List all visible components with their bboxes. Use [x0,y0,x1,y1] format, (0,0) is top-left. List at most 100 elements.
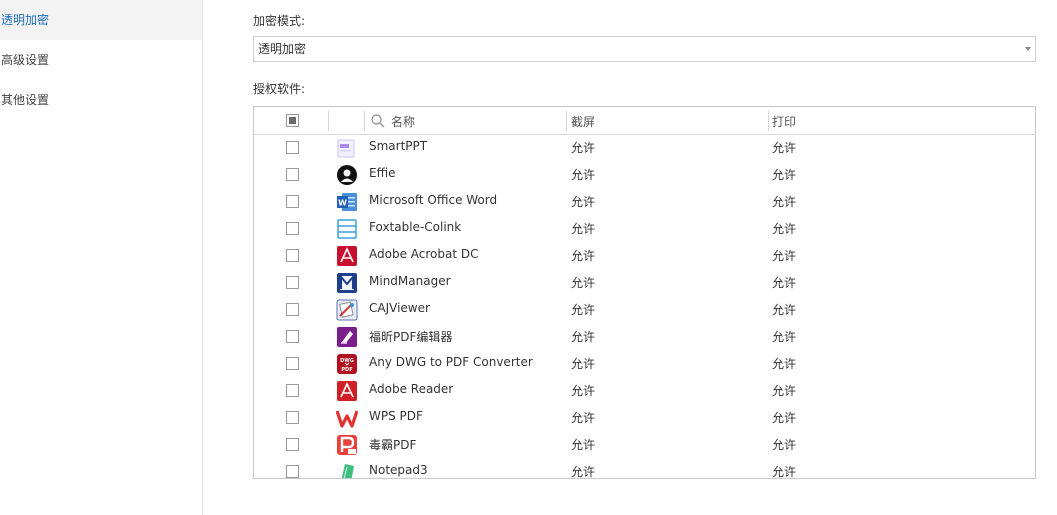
column-divider [768,111,769,131]
column-header-name[interactable]: 名称 [391,113,415,130]
row-checkbox[interactable] [286,330,299,343]
search-icon[interactable] [370,113,386,129]
row-checkbox[interactable] [286,222,299,235]
table-row[interactable]: 福昕PDF编辑器 允许 允许 [254,324,1035,351]
sidebar: 透明加密 高级设置 其他设置 [0,0,203,515]
software-name: Adobe Acrobat DC [369,247,479,261]
table-row[interactable]: Effie 允许 允许 [254,162,1035,189]
screenshot-permission: 允许 [571,276,596,290]
table-body: SmartPPT 允许 允许 Effie 允许 允许 W Microsoft O… [254,135,1035,479]
print-permission: 允许 [772,330,797,344]
print-permission: 允许 [772,249,797,263]
print-permission: 允许 [772,357,797,371]
row-checkbox[interactable] [286,465,299,478]
foxit-pdf-icon [337,327,357,347]
svg-text:DWG: DWG [340,358,354,364]
row-checkbox[interactable] [286,411,299,424]
sidebar-item-other-settings[interactable]: 其他设置 [0,80,202,120]
screenshot-permission: 允许 [571,384,596,398]
screenshot-permission: 允许 [571,168,596,182]
svg-text:W: W [338,199,347,208]
table-row[interactable]: Adobe Reader 允许 允许 [254,378,1035,405]
table-row[interactable]: DWG PDF Any DWG to PDF Converter 允许 允许 [254,351,1035,378]
row-checkbox[interactable] [286,276,299,289]
print-permission: 允许 [772,303,797,317]
word-icon: W [337,193,357,211]
screenshot-permission: 允许 [571,465,596,479]
print-permission: 允许 [772,465,797,479]
software-table: 名称 截屏 打印 SmartPPT 允许 允许 Effie 允许 允许 W Mi… [253,106,1036,479]
row-checkbox[interactable] [286,384,299,397]
print-permission: 允许 [772,195,797,209]
table-row[interactable]: Notepad3 允许 允许 [254,459,1035,479]
table-row[interactable]: WPS PDF 允许 允许 [254,405,1035,432]
table-row[interactable]: Foxtable-Colink 允许 允许 [254,216,1035,243]
table-row[interactable]: Adobe Acrobat DC 允许 允许 [254,243,1035,270]
screenshot-permission: 允许 [571,411,596,425]
print-permission: 允许 [772,222,797,236]
row-checkbox[interactable] [286,168,299,181]
screenshot-permission: 允许 [571,330,596,344]
print-permission: 允许 [772,411,797,425]
software-name: Adobe Reader [369,382,454,396]
select-all-checkbox[interactable] [286,114,299,127]
software-name: Microsoft Office Word [369,193,498,207]
software-name: Effie [369,166,396,180]
column-divider [566,111,567,131]
effie-icon [337,165,357,185]
acrobat-icon [337,246,357,266]
chevron-down-icon[interactable] [1025,47,1031,51]
software-name: MindManager [369,274,451,288]
row-checkbox[interactable] [286,141,299,154]
svg-text:PDF: PDF [341,367,352,373]
software-name: SmartPPT [369,139,428,153]
table-row[interactable]: SmartPPT 允许 允许 [254,135,1035,162]
screenshot-permission: 允许 [571,195,596,209]
sidebar-item-advanced-settings[interactable]: 高级设置 [0,40,202,80]
column-divider [328,111,329,131]
column-divider [364,111,365,131]
screenshot-permission: 允许 [571,249,596,263]
encryption-mode-value: 透明加密 [258,42,307,56]
row-checkbox[interactable] [286,357,299,370]
software-name: 毒霸PDF [369,438,417,452]
software-name: Notepad3 [369,463,428,477]
cajviewer-icon [336,299,358,321]
software-name: Foxtable-Colink [369,220,462,234]
row-checkbox[interactable] [286,303,299,316]
mindmanager-icon [337,273,357,293]
print-permission: 允许 [772,141,797,155]
screenshot-permission: 允许 [571,438,596,452]
column-header-screenshot[interactable]: 截屏 [571,113,595,130]
adobe-reader-icon [337,381,357,401]
software-name: CAJViewer [369,301,430,315]
authorized-software-label: 授权软件: [253,82,306,96]
print-permission: 允许 [772,168,797,182]
encryption-mode-label: 加密模式: [253,14,306,28]
row-checkbox[interactable] [286,438,299,451]
smartppt-icon [337,139,355,158]
table-row[interactable]: W Microsoft Office Word 允许 允许 [254,189,1035,216]
notepad3-icon [341,464,354,478]
row-checkbox[interactable] [286,249,299,262]
encryption-mode-select[interactable]: 透明加密 [253,36,1036,62]
print-permission: 允许 [772,276,797,290]
foxtable-icon [337,219,357,239]
column-header-print[interactable]: 打印 [772,113,796,130]
software-name: 福昕PDF编辑器 [369,330,453,344]
duba-pdf-icon [337,435,357,455]
sidebar-item-transparent-encryption[interactable]: 透明加密 [0,0,202,40]
print-permission: 允许 [772,384,797,398]
software-name: Any DWG to PDF Converter [369,355,533,369]
screenshot-permission: 允许 [571,141,596,155]
table-row[interactable]: 毒霸PDF 允许 允许 [254,432,1035,459]
table-row[interactable]: MindManager 允许 允许 [254,270,1035,297]
dwg-pdf-icon: DWG PDF [337,354,357,374]
table-row[interactable]: CAJViewer 允许 允许 [254,297,1035,324]
row-checkbox[interactable] [286,195,299,208]
screenshot-permission: 允许 [571,222,596,236]
screenshot-permission: 允许 [571,303,596,317]
screenshot-permission: 允许 [571,357,596,371]
print-permission: 允许 [772,438,797,452]
software-name: WPS PDF [369,409,423,423]
